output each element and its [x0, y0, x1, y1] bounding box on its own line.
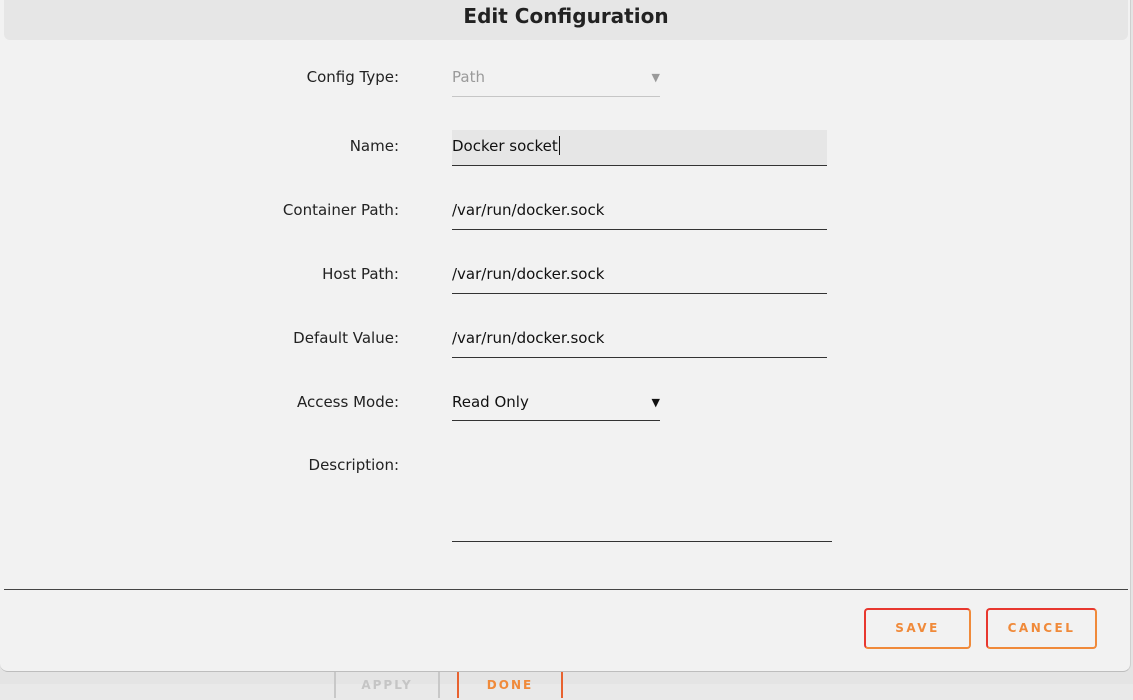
dialog-title: Edit Configuration	[463, 4, 669, 28]
host-path-label: Host Path:	[322, 265, 399, 283]
chevron-down-icon: ▼	[651, 71, 660, 84]
text-cursor	[558, 136, 560, 155]
name-input[interactable]: Docker socket	[452, 130, 827, 166]
host-path-value: /var/run/docker.sock	[452, 265, 605, 283]
name-label: Name:	[349, 137, 399, 155]
name-value: Docker socket	[452, 137, 558, 155]
cancel-button[interactable]: CANCEL	[986, 608, 1097, 649]
container-path-label: Container Path:	[282, 201, 399, 219]
default-value-label: Default Value:	[293, 329, 399, 347]
background-apply-button: APPLY	[334, 668, 440, 698]
config-type-select: Path ▼	[452, 67, 660, 97]
access-mode-label: Access Mode:	[296, 393, 399, 411]
config-type-label: Config Type:	[306, 68, 399, 86]
dialog-titlebar: Edit Configuration	[4, 0, 1128, 40]
access-mode-value: Read Only	[452, 393, 529, 411]
chevron-down-icon: ▼	[651, 396, 660, 409]
description-label: Description:	[308, 456, 399, 474]
default-value-value: /var/run/docker.sock	[452, 329, 605, 347]
save-button[interactable]: SAVE	[864, 608, 971, 649]
config-type-value: Path	[452, 68, 485, 86]
host-path-input[interactable]: /var/run/docker.sock	[452, 264, 827, 294]
container-path-input[interactable]: /var/run/docker.sock	[452, 200, 827, 230]
footer-divider	[4, 589, 1128, 590]
background-done-button: DONE	[457, 668, 563, 698]
edit-configuration-dialog: Edit Configuration Config Type: Path ▼ N…	[0, 0, 1131, 672]
description-textarea[interactable]	[452, 455, 832, 542]
access-mode-select[interactable]: Read Only ▼	[452, 392, 660, 421]
container-path-value: /var/run/docker.sock	[452, 201, 605, 219]
default-value-input[interactable]: /var/run/docker.sock	[452, 328, 827, 358]
